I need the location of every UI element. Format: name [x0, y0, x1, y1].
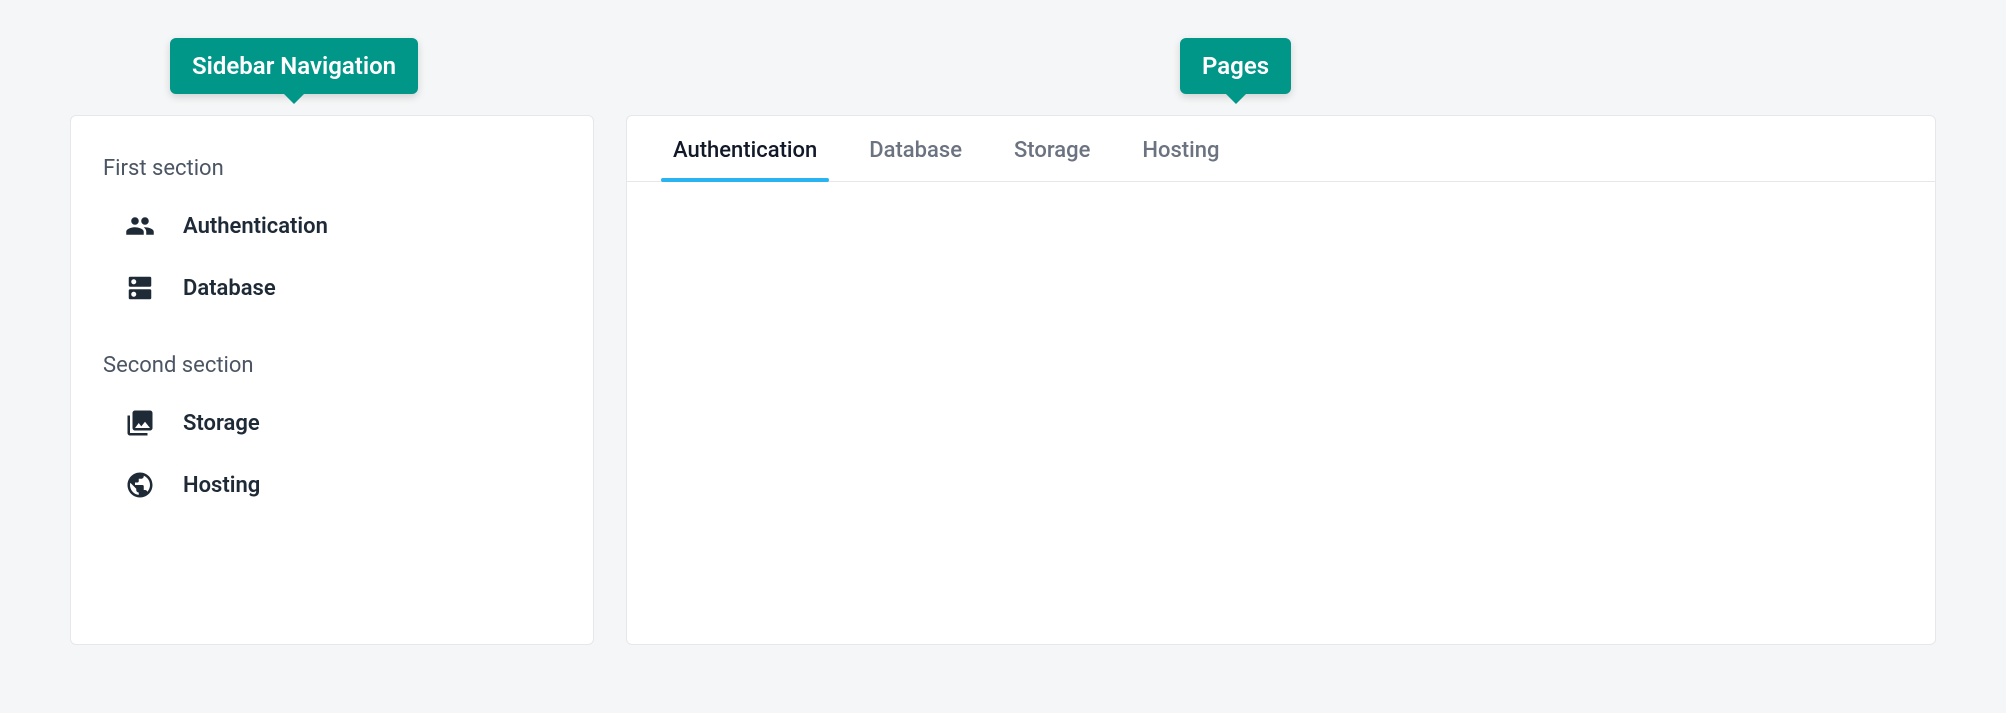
- callout-pages: Pages: [1180, 38, 1291, 94]
- sidebar-item-label: Storage: [183, 411, 260, 436]
- dns-icon: [125, 273, 155, 303]
- tab-authentication[interactable]: Authentication: [647, 116, 843, 181]
- sidebar-navigation: First section Authentication Database Se…: [70, 115, 594, 645]
- tab-label: Database: [869, 138, 962, 163]
- sidebar-item-authentication[interactable]: Authentication: [71, 195, 593, 257]
- tab-label: Storage: [1014, 138, 1090, 163]
- tabs-bar: Authentication Database Storage Hosting: [627, 116, 1935, 182]
- pages-panel: Authentication Database Storage Hosting: [626, 115, 1936, 645]
- callout-pages-label: Pages: [1202, 52, 1269, 80]
- sidebar-item-label: Hosting: [183, 473, 260, 498]
- callout-sidebar-navigation: Sidebar Navigation: [170, 38, 418, 94]
- callout-sidebar-label: Sidebar Navigation: [192, 52, 396, 80]
- tab-label: Hosting: [1142, 138, 1219, 163]
- photo-library-icon: [125, 408, 155, 438]
- tab-database[interactable]: Database: [843, 116, 988, 181]
- sidebar-item-hosting[interactable]: Hosting: [71, 454, 593, 516]
- people-icon: [125, 211, 155, 241]
- sidebar-item-label: Database: [183, 276, 276, 301]
- tab-content-area: [627, 182, 1935, 622]
- sidebar-item-database[interactable]: Database: [71, 257, 593, 319]
- sidebar-item-label: Authentication: [183, 214, 328, 239]
- sidebar-section-header-second: Second section: [71, 337, 593, 392]
- tab-label: Authentication: [673, 138, 817, 163]
- tab-hosting[interactable]: Hosting: [1116, 116, 1245, 181]
- public-icon: [125, 470, 155, 500]
- tab-storage[interactable]: Storage: [988, 116, 1116, 181]
- sidebar-item-storage[interactable]: Storage: [71, 392, 593, 454]
- sidebar-section-header-first: First section: [71, 140, 593, 195]
